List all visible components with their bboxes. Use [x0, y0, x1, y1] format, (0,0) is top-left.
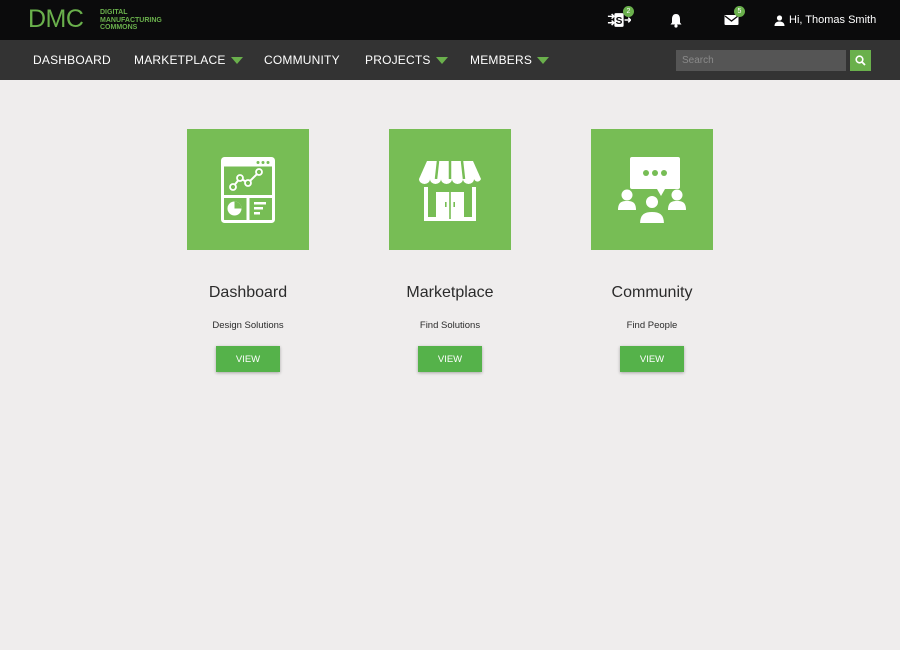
nav-dashboard[interactable]: DASHBOARD: [33, 40, 111, 80]
view-marketplace-button[interactable]: VIEW: [418, 346, 482, 372]
nav-label: DASHBOARD: [33, 53, 111, 67]
card-title: Marketplace: [406, 284, 494, 301]
swap-badge: 2: [623, 6, 634, 17]
user-menu[interactable]: Hi, Thomas Smith: [774, 13, 876, 27]
card-subtitle: Find People: [626, 320, 678, 331]
search-icon: [855, 55, 866, 66]
card-title: Dashboard: [208, 284, 288, 301]
dashboard-tile[interactable]: [187, 129, 309, 250]
card-title: Community: [611, 284, 693, 301]
nav-label: MEMBERS: [470, 53, 533, 67]
logo-sub-line: DIGITAL: [100, 9, 128, 16]
messages-button[interactable]: 5: [723, 6, 745, 30]
storefront-icon: [419, 160, 481, 221]
logo-sub-line: COMMONS: [100, 24, 138, 31]
nav-projects[interactable]: PROJECTS: [365, 40, 448, 80]
nav-label: PROJECTS: [365, 53, 431, 67]
bell-icon: [670, 13, 682, 28]
notifications-button[interactable]: [668, 10, 684, 30]
nav-members[interactable]: MEMBERS: [470, 40, 550, 80]
caret-down-icon: [537, 57, 550, 64]
logo-text: DMC: [28, 5, 84, 33]
card-subtitle: Find Solutions: [419, 320, 481, 331]
dashboard-icon: [221, 156, 275, 223]
mail-badge: 5: [734, 6, 745, 17]
community-tile[interactable]: [591, 129, 713, 250]
community-icon: [618, 156, 686, 225]
nav-label: COMMUNITY: [264, 53, 340, 67]
search-button[interactable]: [850, 50, 871, 71]
nav-marketplace[interactable]: MARKETPLACE: [134, 40, 243, 80]
swap-s-button[interactable]: S 2: [607, 6, 634, 30]
view-dashboard-button[interactable]: VIEW: [216, 346, 280, 372]
person-icon: [774, 14, 785, 26]
marketplace-tile[interactable]: [389, 129, 511, 250]
card-subtitle: Design Solutions: [212, 320, 284, 331]
view-community-button[interactable]: VIEW: [620, 346, 684, 372]
logo-subtitle: DIGITAL MANUFACTURING COMMONS: [100, 9, 190, 32]
top-header: DMC DIGITAL MANUFACTURING COMMONS S 2 5: [0, 0, 900, 40]
svg-text:S: S: [616, 16, 623, 27]
caret-down-icon: [435, 57, 448, 64]
caret-down-icon: [230, 57, 243, 64]
logo-sub-line: MANUFACTURING: [100, 16, 162, 24]
nav-community[interactable]: COMMUNITY: [264, 40, 340, 80]
search-box: [676, 50, 871, 71]
user-greeting: Hi, Thomas Smith: [789, 14, 877, 26]
search-input[interactable]: [676, 50, 846, 71]
nav-label: MARKETPLACE: [134, 53, 226, 67]
